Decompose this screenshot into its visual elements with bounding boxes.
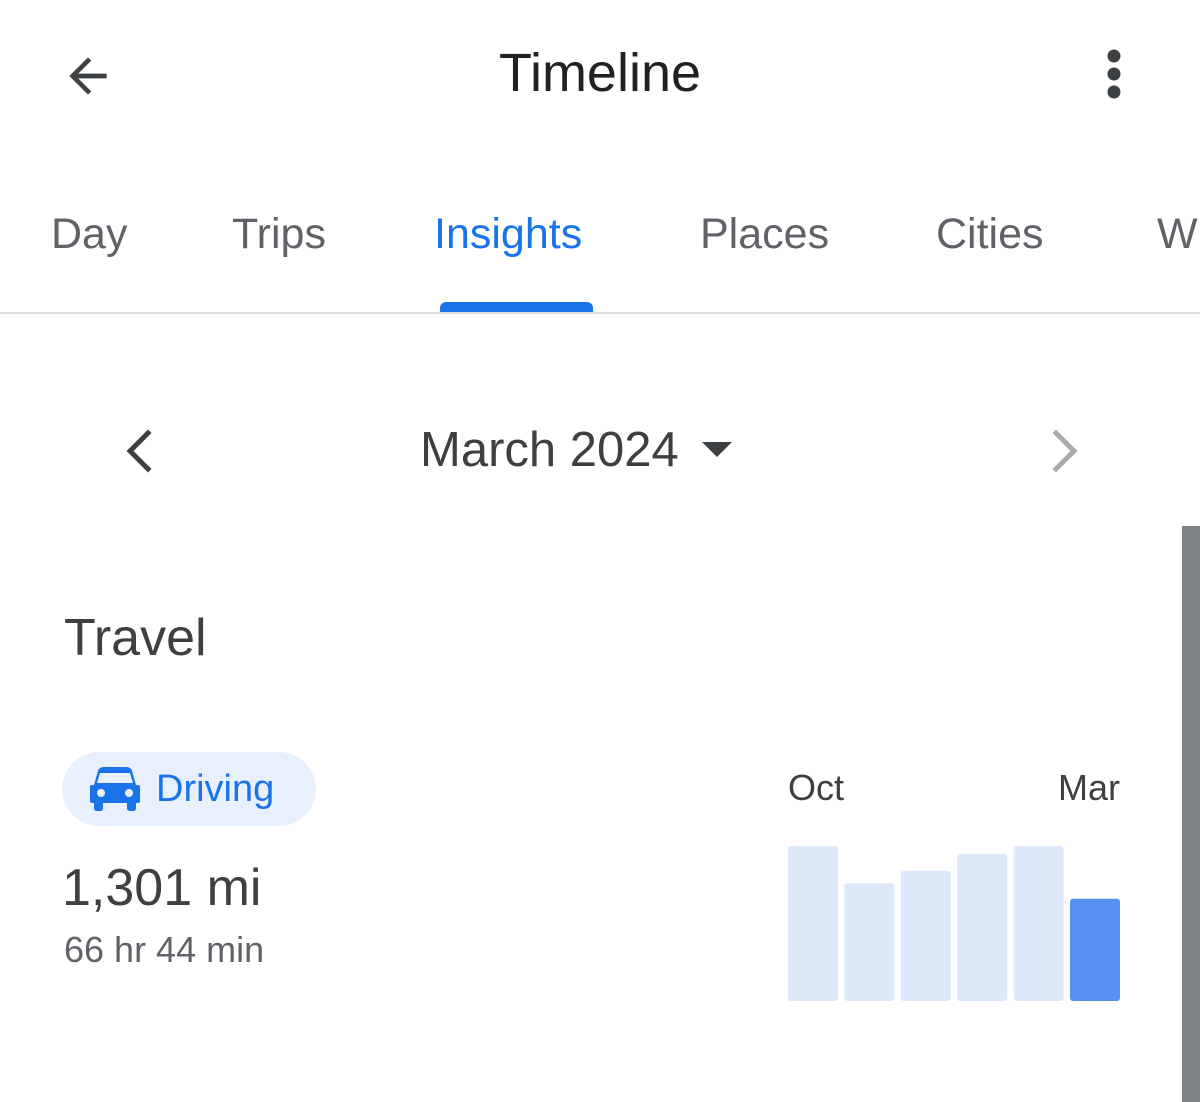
duration-value: 66 hr 44 min xyxy=(64,929,265,970)
month-label: March 2024 xyxy=(420,423,679,477)
timeline-screen: Timeline Day Trips Insights Places Citie… xyxy=(0,0,1200,1102)
chevron-left-icon xyxy=(126,429,152,473)
tab-bar: Day Trips Insights Places Cities W xyxy=(0,180,1200,314)
tab-day[interactable]: Day xyxy=(51,208,127,260)
monthly-driving-chart[interactable]: Oct Mar xyxy=(788,764,1122,1004)
page-title: Timeline xyxy=(498,43,702,103)
tab-insights[interactable]: Insights xyxy=(434,208,582,260)
previous-month-button[interactable] xyxy=(102,413,174,489)
driving-chip[interactable]: Driving xyxy=(62,752,316,826)
bar-nov[interactable] xyxy=(844,883,895,1001)
chevron-right-icon xyxy=(1052,429,1078,473)
tab-overflow[interactable]: W xyxy=(1157,208,1198,260)
tick-label-end: Mar xyxy=(1058,767,1120,808)
caret-down-icon xyxy=(701,442,732,457)
active-tab-indicator xyxy=(440,302,593,312)
mode-label: Driving xyxy=(156,768,275,810)
distance-value: 1,301 mi xyxy=(62,859,262,917)
tab-places[interactable]: Places xyxy=(700,208,829,260)
more-options-button[interactable] xyxy=(1076,36,1152,112)
bar-oct[interactable] xyxy=(788,846,838,1001)
back-button[interactable] xyxy=(50,38,126,114)
tab-cities[interactable]: Cities xyxy=(936,208,1044,260)
bar-jan[interactable] xyxy=(957,853,1008,1002)
bar-dec[interactable] xyxy=(900,870,951,1001)
app-bar: Timeline xyxy=(0,0,1200,150)
more-vert-icon xyxy=(1107,49,1121,99)
bar-feb[interactable] xyxy=(1013,846,1064,1001)
bar-mar[interactable] xyxy=(1070,898,1120,1001)
tick-label-start: Oct xyxy=(788,767,844,808)
next-month-button[interactable] xyxy=(1028,413,1100,489)
arrow-back-icon xyxy=(69,57,107,95)
car-icon xyxy=(90,767,140,811)
scrollbar-thumb[interactable] xyxy=(1182,526,1200,1102)
tab-trips[interactable]: Trips xyxy=(232,208,326,260)
month-dropdown[interactable]: March 2024 xyxy=(420,412,733,488)
section-title-travel: Travel xyxy=(64,609,207,667)
